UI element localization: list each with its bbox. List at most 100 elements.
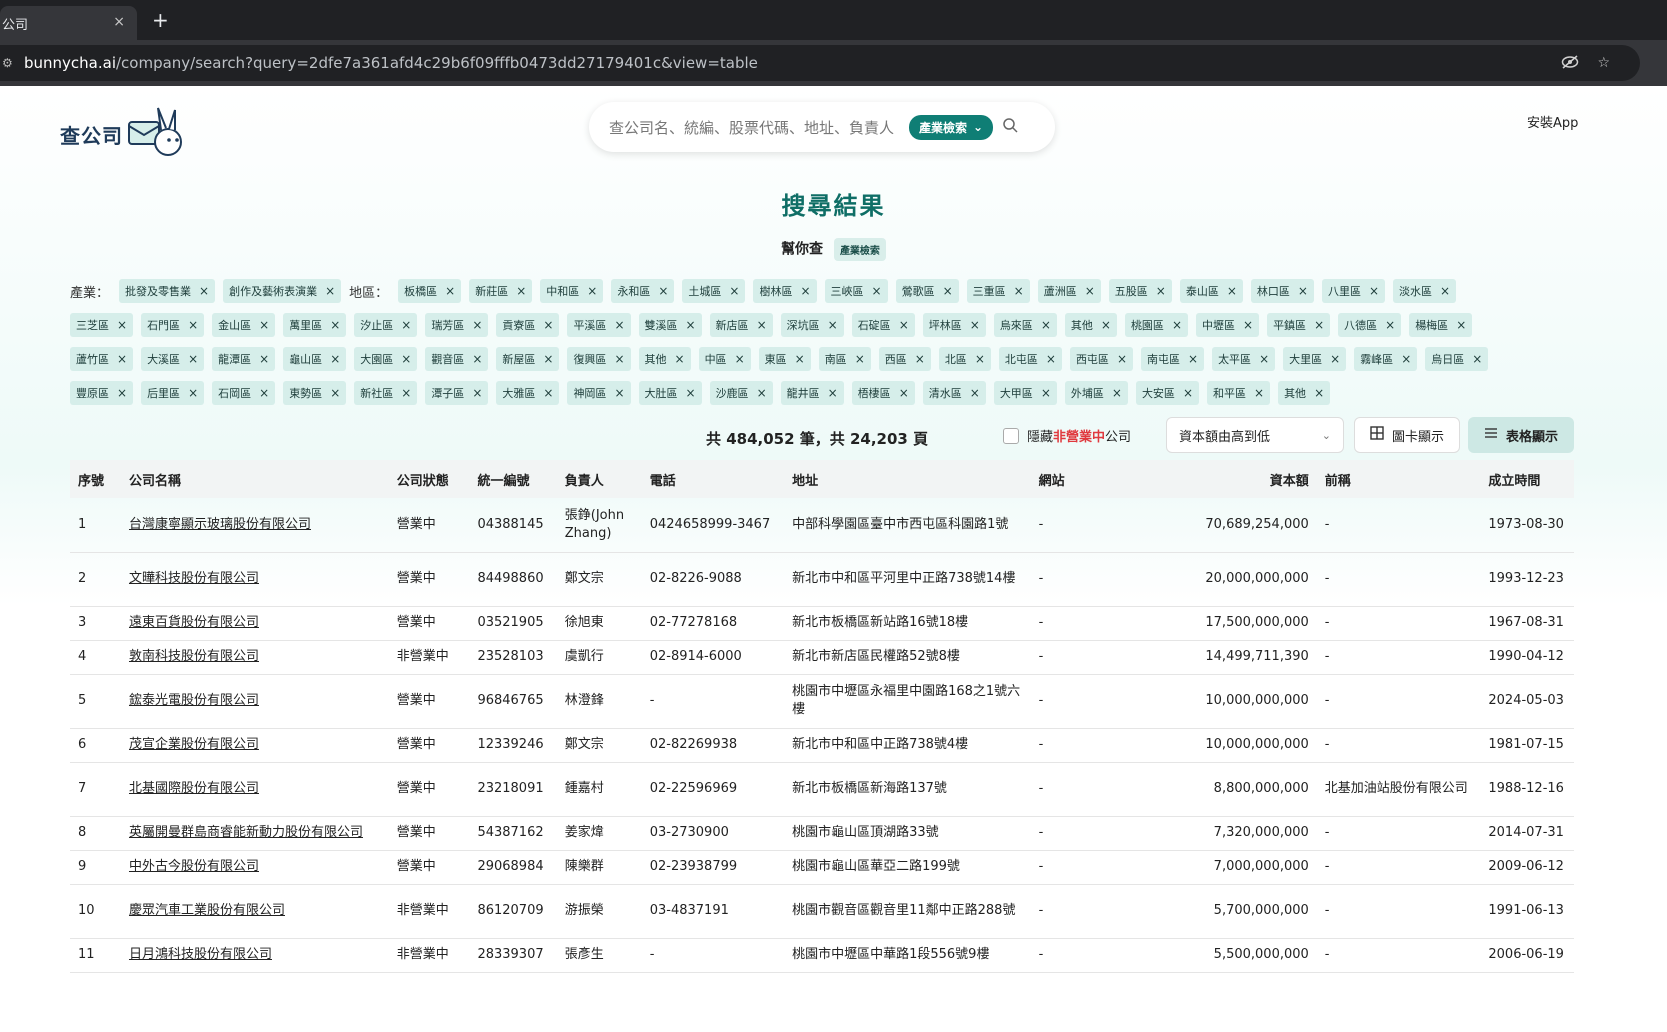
table-row[interactable]: 11 日月鴻科技股份有限公司 非營業中 28339307 張彥生 - 桃園市中壢區中華路1段… [70,938,1574,973]
column-header[interactable]: 公司名稱 [120,460,389,498]
remove-filter-icon[interactable]: × [1243,318,1253,332]
remove-filter-icon[interactable]: × [1298,284,1308,298]
remove-filter-icon[interactable]: × [658,284,668,298]
remove-filter-icon[interactable]: × [117,386,127,400]
company-link[interactable]: 英屬開曼群島商睿能新動力股份有限公司 [129,825,363,840]
remove-filter-icon[interactable]: × [899,318,909,332]
company-link[interactable]: 鋐泰光電股份有限公司 [129,693,259,708]
table-view-button[interactable]: 表格顯示 [1468,417,1574,453]
site-settings-icon[interactable]: ⚙ [0,56,24,70]
remove-filter-icon[interactable]: × [587,284,597,298]
remove-filter-icon[interactable]: × [735,352,745,366]
table-row[interactable]: 7 北基國際股份有限公司 營業中 23218091 鍾嘉村 02-22596969 新北市板… [70,762,1574,817]
remove-filter-icon[interactable]: × [259,386,269,400]
remove-filter-icon[interactable]: × [199,284,209,298]
table-row[interactable]: 2 文曄科技股份有限公司 營業中 84498860 鄭文宗 02-8226-9088 新北市… [70,552,1574,607]
table-row[interactable]: 10 慶眾汽車工業股份有限公司 非營業中 86120709 游振榮 03-4837191 桃… [70,884,1574,939]
remove-filter-icon[interactable]: × [401,318,411,332]
remove-filter-icon[interactable]: × [1440,284,1450,298]
remove-filter-icon[interactable]: × [1101,318,1111,332]
table-row[interactable]: 3 遠東百貨股份有限公司 營業中 03521905 徐旭東 02-77278168 新北市板… [70,606,1574,641]
remove-filter-icon[interactable]: × [943,284,953,298]
remove-filter-icon[interactable]: × [1369,284,1379,298]
company-link[interactable]: 敦南科技股份有限公司 [129,649,259,664]
column-header[interactable]: 電話 [641,460,785,498]
card-view-button[interactable]: 圖卡顯示 [1354,417,1460,453]
column-header[interactable]: 統一編號 [469,460,557,498]
remove-filter-icon[interactable]: × [401,352,411,366]
remove-filter-icon[interactable]: × [472,352,482,366]
browser-tab[interactable]: 公司 × [0,6,137,40]
remove-filter-icon[interactable]: × [675,352,685,366]
helper-badge[interactable]: 產業檢索 [833,238,886,261]
remove-filter-icon[interactable]: × [828,318,838,332]
remove-filter-icon[interactable]: × [1014,284,1024,298]
remove-filter-icon[interactable]: × [1401,352,1411,366]
remove-filter-icon[interactable]: × [1314,386,1324,400]
new-tab-button[interactable]: + [152,8,169,32]
remove-filter-icon[interactable]: × [855,352,865,366]
remove-filter-icon[interactable]: × [686,386,696,400]
table-row[interactable]: 8 英屬開曼群島商睿能新動力股份有限公司 營業中 54387162 姜家煒 03-2730… [70,816,1574,851]
table-row[interactable]: 9 中外古今股份有限公司 營業中 29068984 陳樂群 02-23938799 桃園市龜… [70,850,1574,885]
remove-filter-icon[interactable]: × [259,352,269,366]
remove-filter-icon[interactable]: × [1330,352,1340,366]
column-header[interactable]: 地址 [784,460,1031,498]
remove-filter-icon[interactable]: × [828,386,838,400]
remove-filter-icon[interactable]: × [800,284,810,298]
remove-filter-icon[interactable]: × [757,318,767,332]
remove-filter-icon[interactable]: × [472,318,482,332]
table-row[interactable]: 6 茂宣企業股份有限公司 營業中 12339246 鄭文宗 02-82269938 新北市中… [70,728,1574,763]
remove-filter-icon[interactable]: × [1046,352,1056,366]
column-header[interactable]: 成立時間 [1480,460,1574,498]
remove-filter-icon[interactable]: × [543,318,553,332]
remove-filter-icon[interactable]: × [1156,284,1166,298]
remove-filter-icon[interactable]: × [1172,318,1182,332]
remove-filter-icon[interactable]: × [543,352,553,366]
search-icon[interactable] [1003,117,1018,137]
search-bar[interactable]: 查公司名、統編、股票代碼、地址、負責人 產業檢索 ⌄ [589,102,1055,152]
company-link[interactable]: 北基國際股份有限公司 [129,781,259,796]
remove-filter-icon[interactable]: × [614,318,624,332]
remove-filter-icon[interactable]: × [899,386,909,400]
remove-filter-icon[interactable]: × [970,318,980,332]
remove-filter-icon[interactable]: × [729,284,739,298]
remove-filter-icon[interactable]: × [757,386,767,400]
remove-filter-icon[interactable]: × [795,352,805,366]
industry-search-button[interactable]: 產業檢索 ⌄ [909,114,994,140]
remove-filter-icon[interactable]: × [686,318,696,332]
remove-filter-icon[interactable]: × [614,352,624,366]
company-link[interactable]: 茂宣企業股份有限公司 [129,737,259,752]
company-link[interactable]: 遠東百貨股份有限公司 [129,615,259,630]
company-link[interactable]: 慶眾汽車工業股份有限公司 [129,903,285,918]
remove-filter-icon[interactable]: × [1314,318,1324,332]
remove-filter-icon[interactable]: × [516,284,526,298]
remove-filter-icon[interactable]: × [1041,318,1051,332]
remove-filter-icon[interactable]: × [1117,352,1127,366]
table-row[interactable]: 1 台灣康寧顯示玻璃股份有限公司 營業中 04388145 張錚(John Zhang)… [70,498,1574,553]
install-app-link[interactable]: 安裝App [1527,112,1578,131]
company-link[interactable]: 台灣康寧顯示玻璃股份有限公司 [129,517,311,532]
column-header[interactable]: 資本額 [1189,460,1317,498]
remove-filter-icon[interactable]: × [117,352,127,366]
site-logo[interactable]: 查公司 [60,104,185,164]
table-row[interactable]: 5 鋐泰光電股份有限公司 營業中 96846765 林澄鋒 - 桃園市中壢區永福里中園路16… [70,674,1574,729]
remove-filter-icon[interactable]: × [472,386,482,400]
remove-filter-icon[interactable]: × [1254,386,1264,400]
remove-filter-icon[interactable]: × [330,352,340,366]
remove-filter-icon[interactable]: × [1041,386,1051,400]
remove-filter-icon[interactable]: × [325,284,335,298]
column-header[interactable]: 網站 [1030,460,1190,498]
remove-filter-icon[interactable]: × [1227,284,1237,298]
remove-filter-icon[interactable]: × [259,318,269,332]
hide-inactive-checkbox[interactable] [1003,427,1019,444]
remove-filter-icon[interactable]: × [1085,284,1095,298]
remove-filter-icon[interactable]: × [872,284,882,298]
remove-filter-icon[interactable]: × [330,318,340,332]
table-row[interactable]: 4 敦南科技股份有限公司 非營業中 23528103 虞凱行 02-8914-6000 新北… [70,640,1574,675]
close-tab-icon[interactable]: × [113,14,125,30]
remove-filter-icon[interactable]: × [1188,352,1198,366]
company-link[interactable]: 文曄科技股份有限公司 [129,571,259,586]
company-link[interactable]: 日月鴻科技股份有限公司 [129,947,272,962]
address-bar[interactable]: ⚙ bunnycha.ai/company/search?query=2dfe7… [0,45,1640,81]
